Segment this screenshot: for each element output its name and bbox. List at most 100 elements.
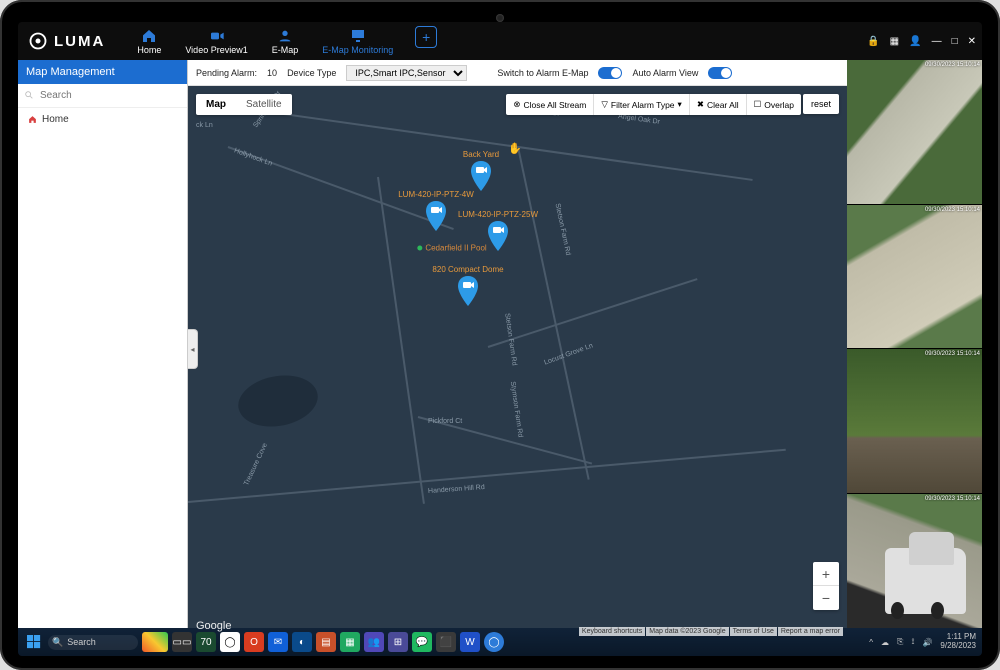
user-icon[interactable]: 👤 <box>909 36 921 47</box>
monitor-icon <box>350 28 366 44</box>
map-type-selector: Map Satellite <box>196 94 292 115</box>
road-label: Stymson Farm Rd <box>509 381 524 438</box>
sidebar-item-home-label: Home <box>42 114 69 125</box>
zoom-control: + − <box>813 562 839 610</box>
center-panel: Pending Alarm: 10 Device Type IPC,Smart … <box>188 60 847 638</box>
taskbar-app-icon[interactable]: ▦ <box>340 632 360 652</box>
nav-home-label: Home <box>137 45 161 55</box>
taskbar-chrome-icon[interactable]: ◯ <box>220 632 240 652</box>
search-icon <box>24 90 34 100</box>
maximize-icon[interactable]: □ <box>952 36 958 47</box>
window-controls: 🔒 ▦ 👤 — □ ✕ <box>867 36 976 47</box>
camera-tile-1[interactable]: 09/30/2023 15:10:14 <box>847 60 982 205</box>
home-icon <box>28 115 37 124</box>
close-all-stream-button[interactable]: ⊗ Close All Stream <box>506 94 594 115</box>
taskbar-app-icon[interactable]: ◐ <box>292 632 312 652</box>
pending-alarm-label: Pending Alarm: <box>196 68 257 78</box>
close-icon[interactable]: ✕ <box>968 36 976 47</box>
taskbar-clock[interactable]: 1:11 PM 9/28/2023 <box>940 633 976 651</box>
sidebar-title: Map Management <box>18 60 187 84</box>
taskbar-outlook-icon[interactable]: ✉ <box>268 632 288 652</box>
sidebar-item-home[interactable]: Home <box>18 108 187 131</box>
clock-date: 9/28/2023 <box>940 642 976 651</box>
map-type-map[interactable]: Map <box>196 94 236 115</box>
taskbar-office-icon[interactable]: O <box>244 632 264 652</box>
logo-icon <box>28 31 48 51</box>
tray-chevron-icon[interactable]: ^ <box>869 638 873 647</box>
pin-label: Back Yard <box>463 150 499 159</box>
taskbar-teams-icon[interactable]: 👥 <box>364 632 384 652</box>
taskbar-app-icon[interactable]: ⊞ <box>388 632 408 652</box>
filter-alarm-button[interactable]: ▽ Filter Alarm Type ▾ <box>594 94 689 115</box>
camera-pin-ptz4w[interactable] <box>424 201 448 231</box>
camera-pin-backyard[interactable] <box>469 161 493 191</box>
camera-tile-4[interactable]: 09/30/2023 15:10:14 <box>847 494 982 639</box>
search-input[interactable] <box>18 84 187 107</box>
camera-pin-dome[interactable] <box>456 276 480 306</box>
tablet-camera <box>496 14 504 22</box>
map-poi: Cedarfield II Pool <box>417 244 486 253</box>
camera-pin-ptz25w[interactable] <box>486 221 510 251</box>
taskbar-app-icon[interactable]: ◯ <box>484 632 504 652</box>
camera-tile-2[interactable]: 09/30/2023 15:10:14 <box>847 205 982 350</box>
taskbar-weather-icon[interactable] <box>142 632 168 652</box>
road-label: ck Ln <box>196 122 213 129</box>
map-toolbar: ⊗ Close All Stream ▽ Filter Alarm Type ▾… <box>506 94 801 115</box>
road-label: Pickford Ct <box>428 418 462 425</box>
nav-emap[interactable]: E-Map <box>264 26 307 57</box>
report-link[interactable]: Report a map error <box>778 627 843 636</box>
nav-videopreview[interactable]: Video Preview1 <box>177 26 255 57</box>
road-label: Angel Oak Dr <box>618 113 661 126</box>
cursor-icon: ✋ <box>508 142 522 155</box>
start-button[interactable] <box>24 632 44 652</box>
tray-wifi-icon[interactable]: ⟟ <box>911 637 914 647</box>
zoom-out-button[interactable]: − <box>813 586 839 610</box>
nav-videopreview-label: Video Preview1 <box>185 45 247 55</box>
zoom-in-button[interactable]: + <box>813 562 839 586</box>
taskbar-taskview-icon[interactable]: ▭▭ <box>172 632 192 652</box>
add-tab-button[interactable]: + <box>415 26 437 48</box>
switch-alarm-toggle[interactable] <box>598 67 622 79</box>
taskbar-app-icon[interactable]: ▤ <box>316 632 336 652</box>
auto-alarm-label: Auto Alarm View <box>632 68 698 78</box>
nav-emapmonitoring-label: E-Map Monitoring <box>322 45 393 55</box>
person-pin-icon <box>277 28 293 44</box>
road-label: Handerson Hill Rd <box>428 484 485 495</box>
taskbar-app-icon[interactable]: 70 <box>196 632 216 652</box>
road-label: Hollyhock Ln <box>233 147 273 167</box>
road-label: Treasure Cove <box>243 442 269 487</box>
taskbar-word-icon[interactable]: W <box>460 632 480 652</box>
overlap-toggle[interactable]: ☐ Overlap <box>747 94 801 115</box>
tray-cloud-icon[interactable]: ☁ <box>881 638 889 647</box>
taskbar-app-icon[interactable]: 💬 <box>412 632 432 652</box>
sidebar: Map Management Home <box>18 60 188 638</box>
minimize-icon[interactable]: — <box>932 36 942 47</box>
cam-timestamp: 09/30/2023 15:10:14 <box>925 496 980 502</box>
tray-sound-icon[interactable]: 🔊 <box>922 638 932 647</box>
lock-icon[interactable]: 🔒 <box>867 36 879 47</box>
taskbar-app-icon[interactable]: ⬛ <box>436 632 456 652</box>
map-data-label: Map data ©2023 Google <box>646 627 728 636</box>
cam-timestamp: 09/30/2023 15:10:14 <box>925 62 980 68</box>
video-icon <box>209 28 225 44</box>
reset-button[interactable]: reset <box>803 94 839 114</box>
switch-alarm-label: Switch to Alarm E-Map <box>497 68 588 78</box>
kb-shortcuts-link[interactable]: Keyboard shortcuts <box>579 627 645 636</box>
tray-cast-icon[interactable]: ⎘ <box>897 637 903 647</box>
clear-all-button[interactable]: ✖ Clear All <box>690 94 747 115</box>
taskbar-search[interactable]: 🔍 Search <box>48 635 138 650</box>
device-type-select[interactable]: IPC,Smart IPC,Sensor <box>346 65 467 81</box>
app-topbar: LUMA Home Video Preview1 E-Map E-Map Mo <box>18 22 982 60</box>
control-bar: Pending Alarm: 10 Device Type IPC,Smart … <box>188 60 847 86</box>
sidebar-collapse-handle[interactable]: ◂ <box>188 329 198 369</box>
terms-link[interactable]: Terms of Use <box>730 627 777 636</box>
map-canvas[interactable]: Angel Oak Dr Angel Oak Dr Hollyhock Ln S… <box>188 86 847 638</box>
auto-alarm-toggle[interactable] <box>708 67 732 79</box>
grid-icon[interactable]: ▦ <box>890 36 899 47</box>
nav-home[interactable]: Home <box>129 26 169 57</box>
map-attribution: Keyboard shortcuts Map data ©2023 Google… <box>579 627 843 636</box>
map-type-satellite[interactable]: Satellite <box>236 94 292 115</box>
nav-emapmonitoring[interactable]: E-Map Monitoring <box>314 26 401 57</box>
camera-tile-3[interactable]: 09/30/2023 15:10:14 <box>847 349 982 494</box>
screen: LUMA Home Video Preview1 E-Map E-Map Mo <box>18 22 982 656</box>
